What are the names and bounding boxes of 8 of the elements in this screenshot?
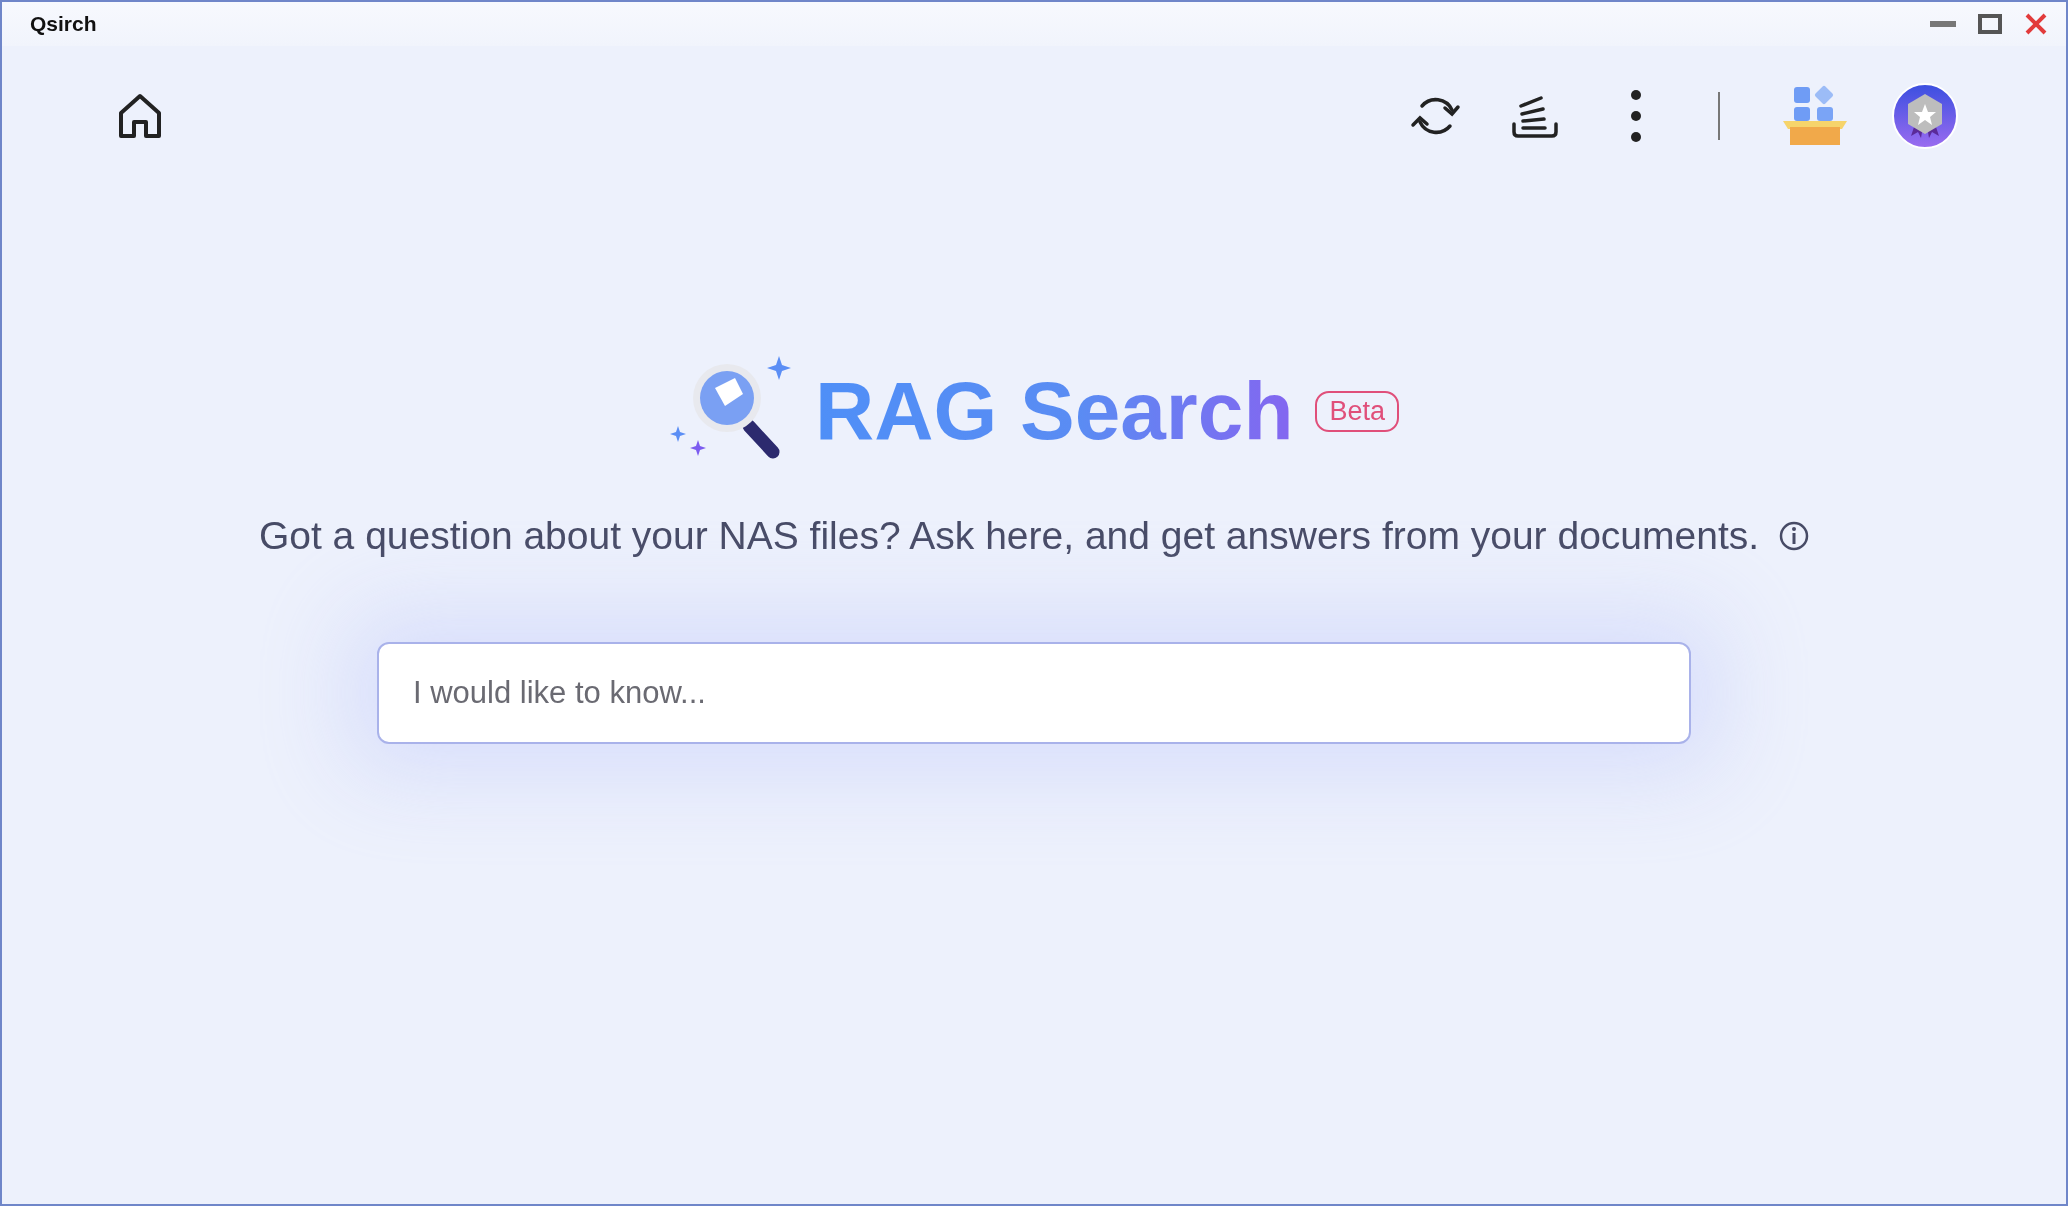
question-input-field[interactable]: I would like to know... xyxy=(377,642,1691,744)
avatar-badge-icon[interactable] xyxy=(1890,81,1960,151)
info-icon[interactable] xyxy=(1779,521,1810,551)
close-button[interactable] xyxy=(2024,12,2048,36)
beta-tag: Beta xyxy=(1315,390,1400,432)
subtitle-text: Got a question about your NAS files? Ask here, and get answers from your documents. xyxy=(258,514,1760,558)
maximize-button[interactable] xyxy=(1978,14,2002,34)
window-title: Qsirch xyxy=(30,12,97,36)
